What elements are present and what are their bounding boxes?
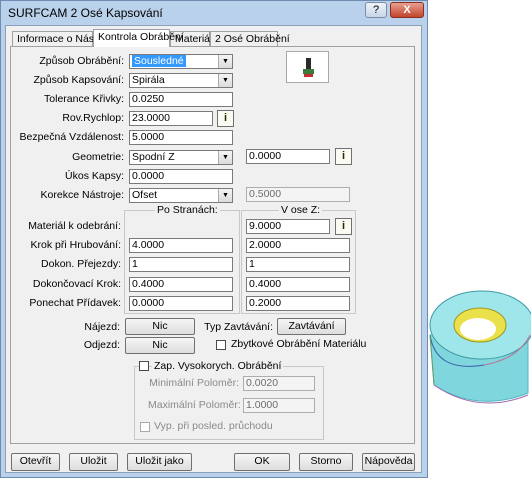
korekce-select[interactable]: Ofset ▼: [129, 188, 233, 203]
pick-icon[interactable]: i: [335, 148, 352, 165]
chevron-down-icon: ▼: [218, 55, 232, 68]
save-as-button[interactable]: Uložit jako: [127, 453, 192, 471]
tolerance-input[interactable]: 0.0250: [129, 92, 233, 107]
grid-row-label: Materiál k odebrání:: [28, 220, 121, 232]
tool-preview-box: [286, 51, 329, 83]
pridavek-z-input[interactable]: 0.2000: [246, 296, 350, 311]
prejezdy-z-input[interactable]: 1: [246, 257, 350, 272]
cancel-button[interactable]: Storno: [299, 453, 353, 471]
bezpecna-label: Bezpečná Vzdálenost:: [19, 131, 125, 143]
grid-row-label: Ponechat Přídavek:: [29, 297, 121, 309]
odjezd-button[interactable]: Nic: [125, 337, 195, 354]
pick-icon[interactable]: i: [217, 110, 234, 127]
zpusob-obrabeni-select[interactable]: Sousledné ▼: [129, 54, 233, 69]
close-button[interactable]: X: [390, 2, 424, 18]
ring-model-graphic: [429, 290, 531, 404]
ukos-input[interactable]: 0.0000: [129, 169, 233, 184]
grid-row-label: Dokon. Přejezdy:: [41, 258, 121, 270]
save-button[interactable]: Uložit: [69, 453, 118, 471]
krok-side-input[interactable]: 4.0000: [129, 238, 233, 253]
zbytkove-checkbox[interactable]: [216, 340, 226, 350]
ukos-label: Úkos Kapsy:: [65, 170, 124, 182]
min-polomer-input: 0.0020: [243, 376, 315, 391]
grid-row-label: Dokončovací Krok:: [32, 278, 121, 290]
rov-rychlop-label: Rov.Rychlop:: [62, 112, 124, 124]
v-ose-z-title: V ose Z:: [279, 204, 323, 216]
vyp-checkbox: [140, 422, 150, 432]
tolerance-label: Tolerance Křivky:: [44, 93, 124, 105]
odjezd-label: Odjezd:: [83, 339, 120, 351]
hsm-label: Zap. Vysokorych. Obrábění: [152, 360, 284, 372]
geometrie-label: Geometrie:: [72, 151, 124, 163]
zpusob-obrabeni-value: Sousledné: [132, 55, 186, 67]
bezpecna-input[interactable]: 5.0000: [129, 130, 233, 145]
najezd-button[interactable]: Nic: [125, 318, 195, 335]
najezd-label: Nájezd:: [84, 321, 120, 333]
window-title: SURFCAM 2 Osé Kapsování: [8, 6, 163, 20]
tool-preview-icon: [303, 58, 314, 77]
korekce-value: Ofset: [132, 189, 158, 201]
hsm-checkbox[interactable]: [139, 361, 149, 371]
geometrie-value-input[interactable]: 0.0000: [246, 149, 330, 164]
krok-z-input[interactable]: 2.0000: [246, 238, 350, 253]
korekce-value-input: 0.5000: [246, 187, 350, 202]
min-polomer-label: Minimální Poloměr:: [149, 377, 239, 389]
help-button[interactable]: Nápověda: [362, 453, 415, 471]
typ-zavtavani-label: Typ Zavtávání:: [204, 321, 273, 333]
zpusob-kapsovani-value: Spirála: [132, 74, 165, 86]
open-button[interactable]: Otevřít: [11, 453, 60, 471]
pick-icon[interactable]: i: [335, 218, 352, 235]
zbytkove-label: Zbytkové Obrábění Materiálu: [231, 338, 367, 350]
pridavek-side-input[interactable]: 0.0000: [129, 296, 233, 311]
ok-button[interactable]: OK: [234, 453, 290, 471]
zpusob-kapsovani-label: Způsob Kapsování:: [33, 74, 124, 86]
geometrie-select[interactable]: Spodní Z ▼: [129, 150, 233, 165]
zpusob-kapsovani-select[interactable]: Spirála ▼: [129, 73, 233, 88]
tab-kontrola[interactable]: Kontrola Obrábění: [93, 29, 184, 47]
dokoncovaci-side-input[interactable]: 0.4000: [129, 277, 233, 292]
help-title-button[interactable]: ?: [365, 2, 387, 18]
tab-2ose[interactable]: 2 Osé Obrábění: [210, 31, 290, 46]
zpusob-obrabeni-label: Způsob Obrábění:: [39, 55, 124, 67]
max-polomer-input: 1.0000: [243, 398, 315, 413]
material-z-input[interactable]: 9.0000: [246, 219, 330, 234]
rov-rychlop-input[interactable]: 23.0000: [129, 111, 213, 126]
chevron-down-icon: ▼: [218, 74, 232, 87]
po-stranach-title: Po Stranách:: [155, 204, 220, 216]
vyp-label: Vyp. při posled. průchodu: [154, 420, 273, 432]
korekce-label: Korekce Nástroje:: [40, 189, 124, 201]
grid-row-label: Krok při Hrubování:: [30, 239, 121, 251]
geometrie-value: Spodní Z: [132, 151, 175, 163]
chevron-down-icon: ▼: [218, 189, 232, 202]
max-polomer-label: Maximální Poloměr:: [148, 399, 241, 411]
tab-informace[interactable]: Informace o Nástroji: [12, 31, 111, 46]
prejezdy-side-input[interactable]: 1: [129, 257, 233, 272]
dokoncovaci-z-input[interactable]: 0.4000: [246, 277, 350, 292]
zavtavani-button[interactable]: Zavtávání: [277, 318, 346, 335]
chevron-down-icon: ▼: [218, 151, 232, 164]
